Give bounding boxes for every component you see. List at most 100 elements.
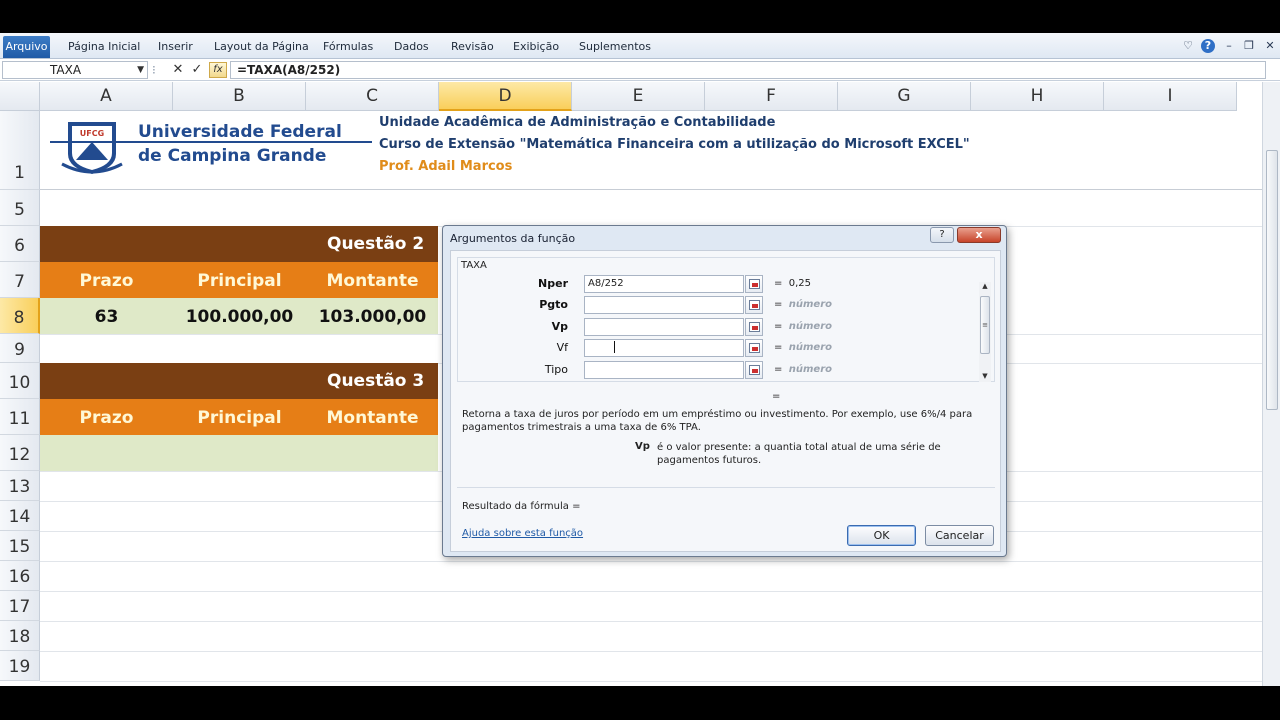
minimize-icon[interactable]: – (1222, 39, 1236, 53)
logo-lettering: UFCG (80, 129, 104, 138)
header-montante: Montante (326, 408, 419, 428)
cancel-button[interactable]: Cancelar (925, 525, 994, 546)
tab-data[interactable]: Dados (394, 40, 429, 53)
question3-value-row[interactable] (40, 435, 438, 471)
row-header-15[interactable]: 15 (0, 531, 40, 561)
column-header-i[interactable]: I (1104, 82, 1237, 111)
row-header-6[interactable]: 6 (0, 226, 40, 262)
scrollbar-thumb[interactable] (1266, 150, 1278, 410)
row-header-14[interactable]: 14 (0, 501, 40, 531)
insert-function-button[interactable]: fx (209, 62, 227, 78)
tab-formulas[interactable]: Fórmulas (323, 40, 373, 53)
name-box[interactable]: TAXA ▼ (2, 61, 148, 79)
column-header-b[interactable]: B (173, 82, 306, 111)
tab-home[interactable]: Página Inicial (68, 40, 140, 53)
scroll-up-icon[interactable]: ▲ (979, 282, 991, 292)
vf-input[interactable] (584, 339, 744, 357)
column-header-a[interactable]: A (40, 82, 173, 111)
chevron-down-icon[interactable]: ▼ (137, 62, 144, 78)
column-header-e[interactable]: E (572, 82, 705, 111)
collapse-dialog-icon[interactable] (745, 361, 763, 379)
function-name: TAXA (461, 260, 487, 271)
function-description: Retorna a taxa de juros por período em u… (462, 409, 973, 433)
tab-page-layout[interactable]: Layout da Página (214, 40, 309, 53)
ok-button[interactable]: OK (847, 525, 916, 546)
row-header-19[interactable]: 19 (0, 651, 40, 681)
tab-file[interactable]: Arquivo (3, 36, 50, 58)
column-header-d[interactable]: D (439, 82, 572, 111)
restore-icon[interactable]: ❐ (1242, 39, 1256, 53)
dialog-help-button[interactable]: ? (930, 227, 954, 243)
scroll-down-icon[interactable]: ▼ (979, 372, 991, 382)
column-header-g[interactable]: G (838, 82, 971, 111)
arguments-scrollbar[interactable]: ▲ ≡ ▼ (979, 282, 991, 382)
scrollbar-thumb[interactable]: ≡ (980, 296, 990, 354)
arguments-group: TAXA Nper A8/252 = 0,25 Pgto = número Vp… (457, 257, 995, 382)
header-prazo: Prazo (79, 271, 134, 291)
professor-name: Prof. Adail Marcos (379, 159, 513, 174)
question3-header-row[interactable]: Prazo Principal Montante (40, 399, 438, 435)
collapse-dialog-icon[interactable] (745, 296, 763, 314)
vp-input[interactable] (584, 318, 744, 336)
course-title: Curso de Extensão "Matemática Financeira… (379, 137, 970, 152)
chevron-down-icon[interactable]: ♡ (1181, 39, 1195, 53)
tab-add-ins[interactable]: Suplementos (579, 40, 651, 53)
text-cursor (614, 341, 615, 353)
function-help-link[interactable]: Ajuda sobre esta função (462, 528, 583, 539)
question2-value-row[interactable]: 63 100.000,00 103.000,00 (40, 298, 438, 334)
tipo-result-value: número (788, 364, 832, 375)
row-header-16[interactable]: 16 (0, 561, 40, 591)
row-header-1[interactable]: 1 (0, 111, 40, 190)
question2-title-row[interactable]: Questão 2 (40, 226, 438, 262)
gridline (40, 681, 1262, 682)
formula-input[interactable]: =TAXA(A8/252) (230, 61, 1266, 79)
row-header-13[interactable]: 13 (0, 471, 40, 501)
arg-label-pgto: Pgto (539, 298, 568, 311)
collapse-dialog-icon[interactable] (745, 318, 763, 336)
row-header-9[interactable]: 9 (0, 334, 40, 363)
row-header-8[interactable]: 8 (0, 298, 40, 334)
row-header-10[interactable]: 10 (0, 363, 40, 399)
row-header-18[interactable]: 18 (0, 621, 40, 651)
row-header-5[interactable]: 5 (0, 190, 40, 226)
column-header-f[interactable]: F (705, 82, 838, 111)
column-header-h[interactable]: H (971, 82, 1104, 111)
cell-c8[interactable]: 103.000,00 (306, 307, 439, 327)
close-icon[interactable]: ✕ (1263, 39, 1277, 53)
header-principal: Principal (197, 408, 282, 428)
vp-result-value: número (788, 321, 832, 332)
nper-result: = 0,25 (774, 278, 812, 289)
collapse-dialog-icon[interactable] (745, 339, 763, 357)
vf-result-value: número (788, 342, 832, 353)
tab-view[interactable]: Exibição (513, 40, 559, 53)
separator-icon: ⁝ (152, 63, 156, 77)
help-icon[interactable]: ? (1201, 39, 1215, 53)
dialog-separator (457, 487, 995, 488)
pgto-result: = número (774, 299, 832, 310)
row-header-12[interactable]: 12 (0, 435, 40, 471)
pgto-input[interactable] (584, 296, 744, 314)
tab-review[interactable]: Revisão (451, 40, 494, 53)
tipo-input[interactable] (584, 361, 744, 379)
tab-insert[interactable]: Inserir (158, 40, 193, 53)
row-header-11[interactable]: 11 (0, 399, 40, 435)
question3-title-row[interactable]: Questão 3 (40, 363, 438, 399)
arg-label-vf: Vf (556, 341, 568, 354)
cell-b8[interactable]: 100.000,00 (173, 307, 306, 327)
collapse-dialog-icon[interactable] (745, 275, 763, 293)
cancel-entry-icon[interactable]: ✕ (170, 62, 186, 78)
arg-label-tipo: Tipo (544, 363, 568, 376)
row-header-7[interactable]: 7 (0, 262, 40, 298)
nper-input[interactable]: A8/252 (584, 275, 744, 293)
confirm-entry-icon[interactable]: ✓ (189, 62, 205, 78)
dialog-close-button[interactable]: x (957, 227, 1001, 243)
vertical-scrollbar[interactable] (1262, 82, 1280, 686)
gridline (40, 591, 1262, 592)
ribbon-tabs: Arquivo Página Inicial Inserir Layout da… (0, 33, 1280, 59)
row-header-17[interactable]: 17 (0, 591, 40, 621)
column-header-c[interactable]: C (306, 82, 439, 111)
vf-result: = número (774, 342, 832, 353)
question2-header-row[interactable]: Prazo Principal Montante (40, 262, 438, 298)
select-all-corner[interactable] (0, 82, 40, 111)
cell-a8[interactable]: 63 (40, 307, 173, 327)
